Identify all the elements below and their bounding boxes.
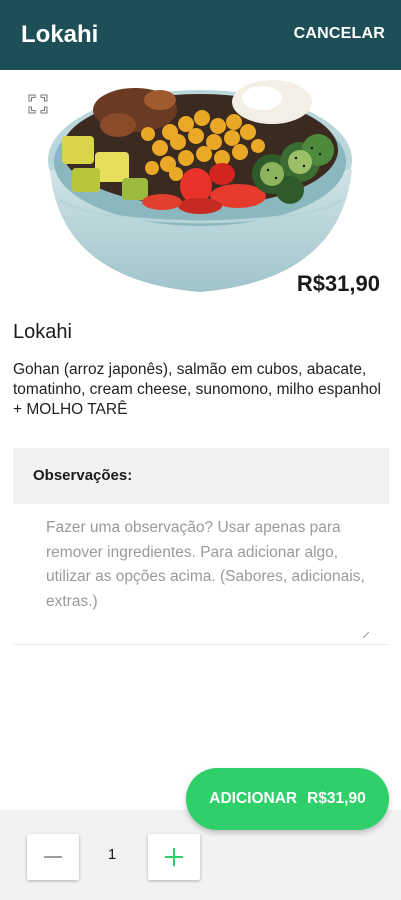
observations-label: Observações:	[33, 467, 133, 484]
quantity-value: 1	[107, 846, 117, 863]
observations-input[interactable]: Fazer uma observação? Usar apenas para r…	[13, 506, 389, 645]
observations-header: Observações:	[13, 448, 389, 504]
resize-grip-icon	[363, 632, 369, 638]
app-title: Lokahi	[21, 21, 99, 48]
cancel-button[interactable]: CANCELAR	[294, 24, 385, 44]
product-price: R$31,90	[296, 271, 380, 296]
add-button-price: R$31,90	[307, 790, 366, 807]
app-bar: Lokahi CANCELAR	[0, 0, 401, 70]
product-name: Lokahi	[13, 321, 72, 343]
product-description: Gohan (arroz japonês), salmão em cubos, …	[13, 361, 381, 418]
increase-quantity-button[interactable]	[148, 834, 200, 880]
decrease-quantity-button[interactable]	[27, 834, 79, 880]
add-to-cart-button[interactable]: ADICIONAR R$31,90	[186, 768, 389, 830]
minus-icon	[44, 856, 62, 858]
add-button-label: ADICIONAR	[209, 790, 298, 807]
product-image[interactable]	[0, 70, 401, 300]
expand-icon[interactable]	[26, 92, 50, 116]
observations-placeholder: Fazer uma observação? Usar apenas para r…	[46, 519, 365, 610]
poke-bowl-image	[48, 80, 352, 292]
plus-icon	[165, 848, 183, 866]
